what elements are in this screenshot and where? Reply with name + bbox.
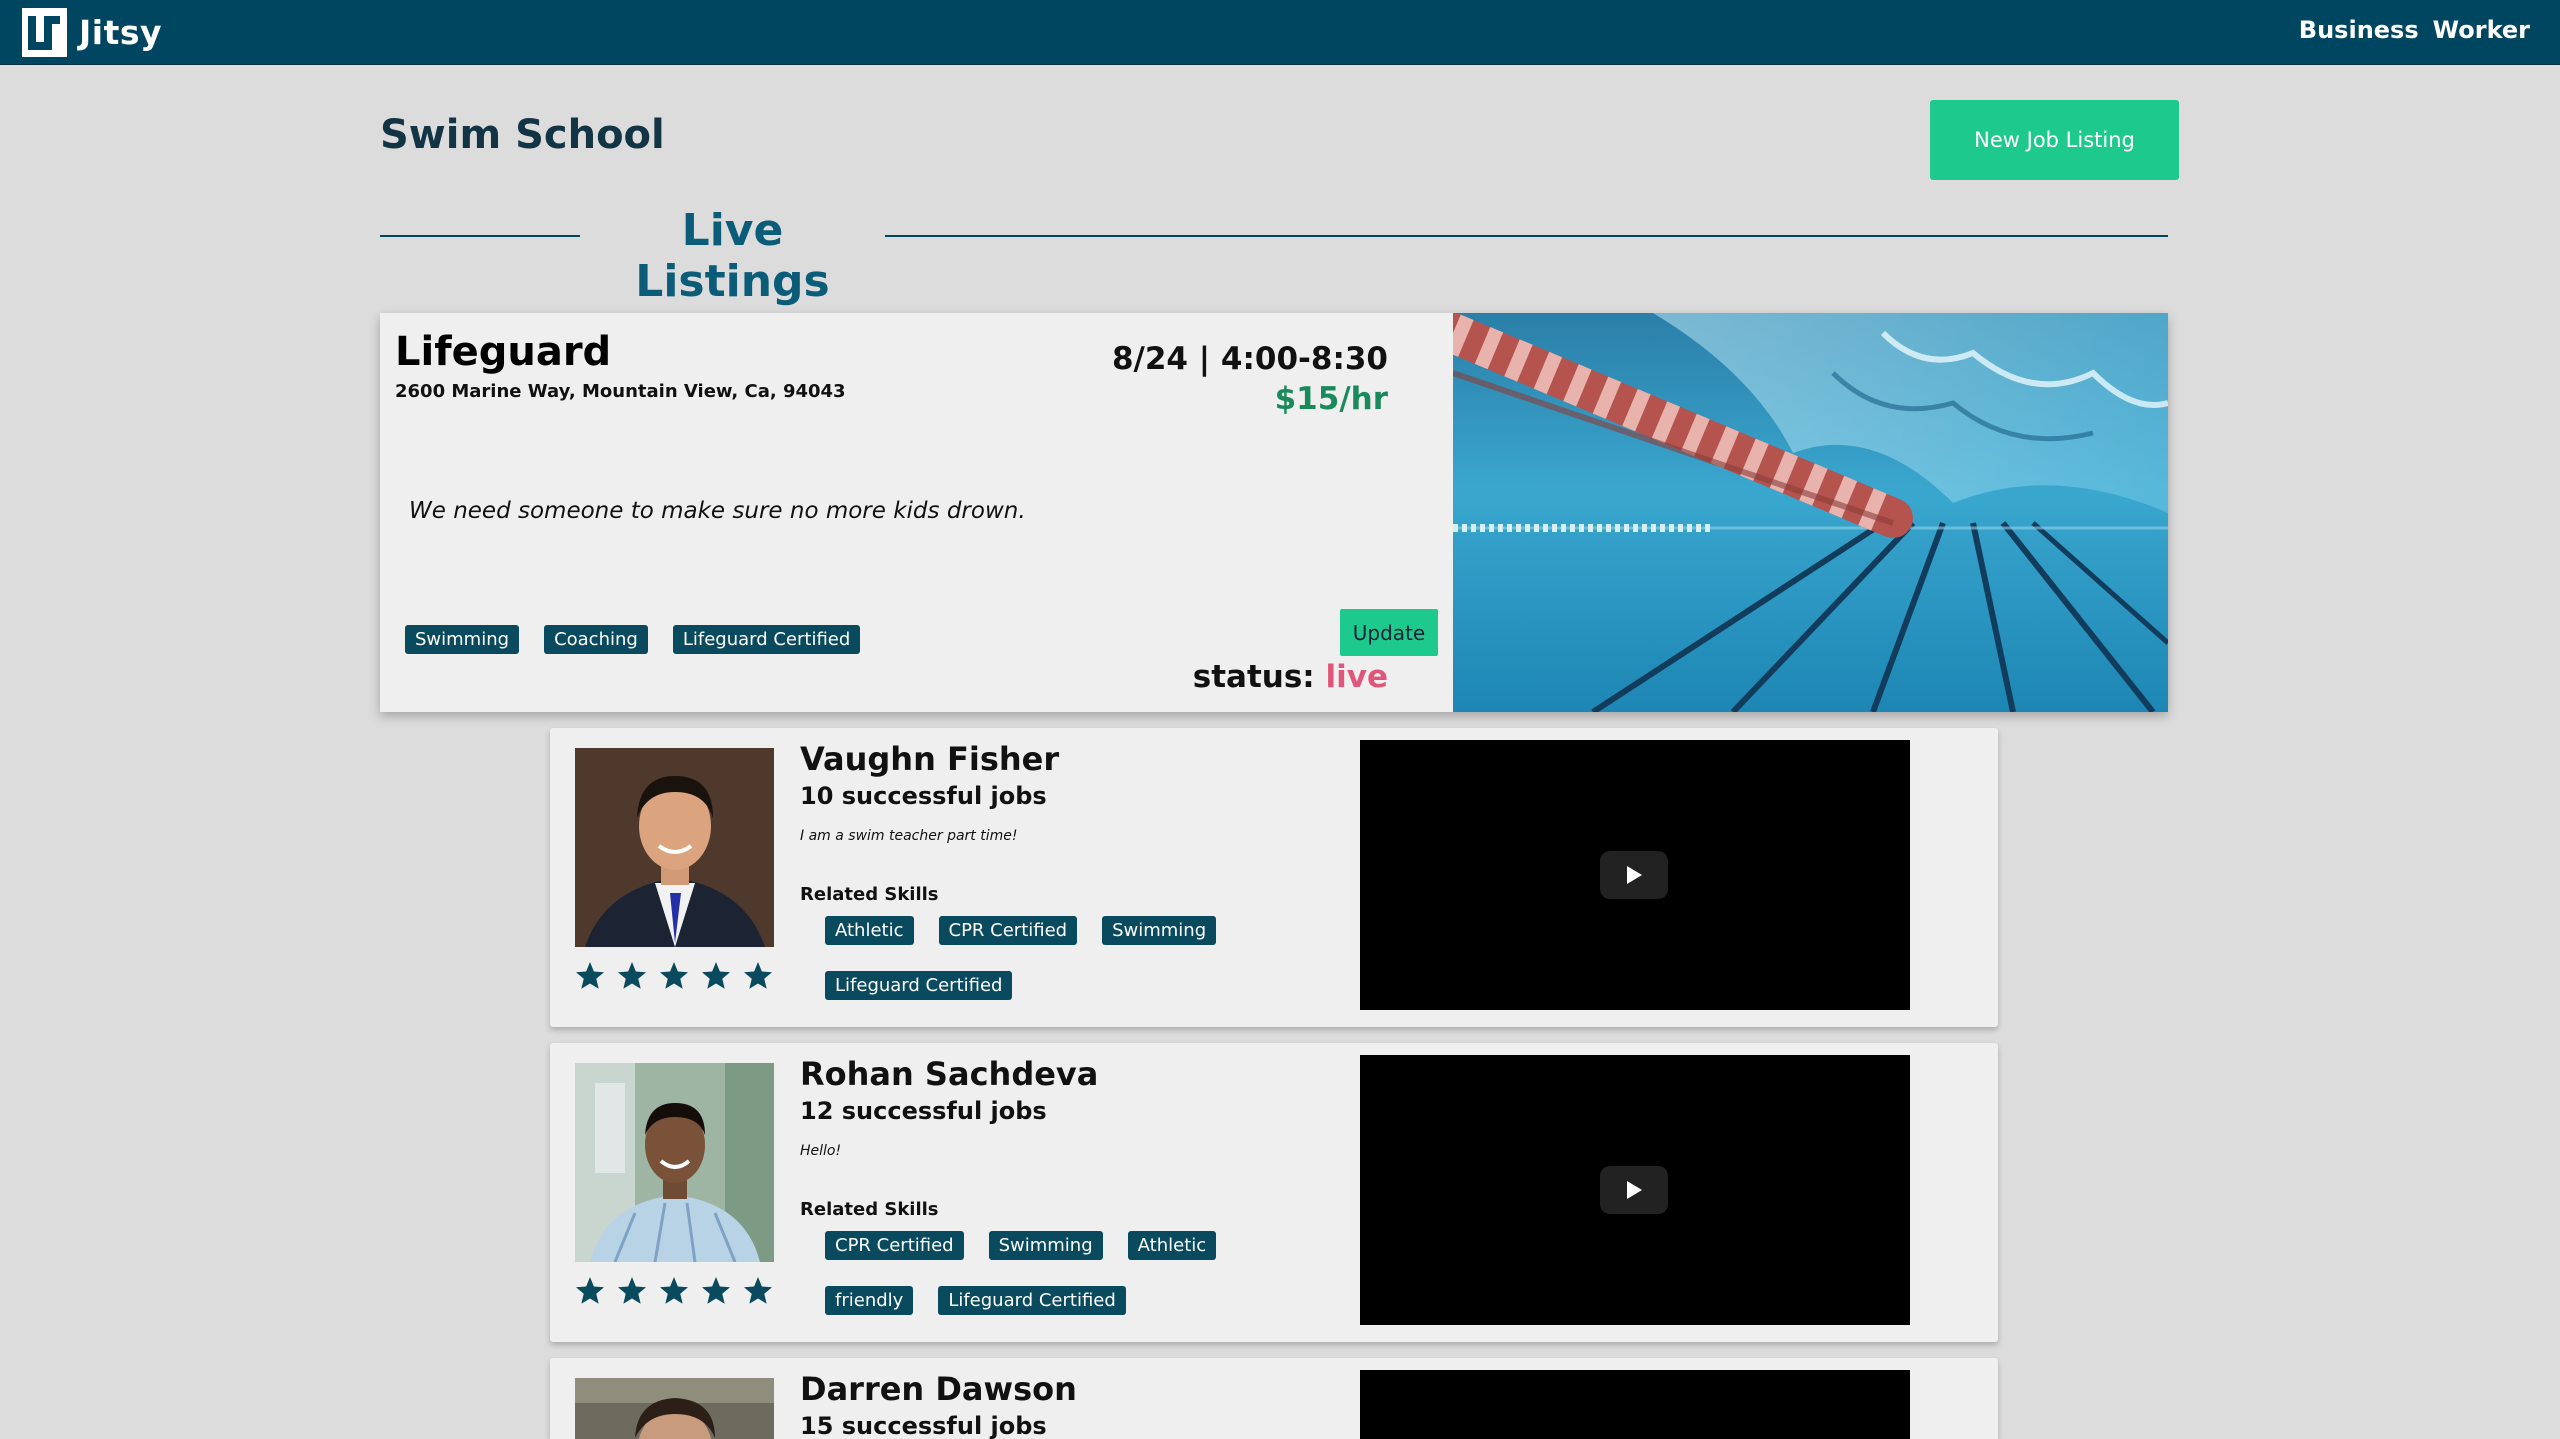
star-icon	[744, 962, 772, 989]
jitsy-logo-icon	[22, 8, 67, 57]
job-datetime: 8/24 | 4:00-8:30	[1111, 341, 1388, 377]
skill-tag: Swimming	[988, 1231, 1103, 1260]
applicant-card: Vaughn Fisher 10 successful jobs I am a …	[550, 728, 1998, 1027]
skill-tag: Swimming	[1102, 916, 1217, 945]
job-tag: Lifeguard Certified	[672, 625, 861, 654]
skill-tag: CPR Certified	[938, 916, 1078, 945]
listing-status: status: live	[1193, 659, 1388, 695]
star-icon	[660, 962, 688, 989]
nav-link-worker[interactable]: Worker	[2433, 16, 2530, 44]
star-icon	[660, 1277, 688, 1304]
brand[interactable]: Jitsy	[22, 8, 162, 57]
job-tags: Swimming Coaching Lifeguard Certified	[405, 625, 861, 654]
skills-heading: Related Skills	[800, 1199, 939, 1220]
skill-tag: friendly	[825, 1286, 914, 1315]
skills-row: Lifeguard Certified	[825, 971, 1013, 1000]
status-value: live	[1325, 659, 1388, 695]
star-icon	[618, 1277, 646, 1304]
job-description: We need someone to make sure no more kid…	[409, 498, 1026, 524]
applicant-card: Darren Dawson 15 successful jobs	[550, 1358, 1998, 1439]
nav-link-business[interactable]: Business	[2299, 16, 2419, 44]
job-pay: $15/hr	[1274, 381, 1388, 417]
applicant-video[interactable]	[1360, 1370, 1910, 1439]
skills-row: CPR Certified Swimming Athletic	[825, 1231, 1217, 1260]
job-tag: Coaching	[544, 625, 648, 654]
play-button[interactable]	[1600, 1166, 1668, 1214]
update-button[interactable]: Update	[1340, 609, 1438, 656]
star-icon	[744, 1277, 772, 1304]
status-label: status:	[1192, 659, 1315, 695]
section-divider-left	[380, 235, 580, 237]
job-tag: Swimming	[405, 625, 520, 654]
skills-row: Athletic CPR Certified Swimming	[825, 916, 1217, 945]
applicant-card: Rohan Sachdeva 12 successful jobs Hello!…	[550, 1043, 1998, 1342]
section-divider-right	[885, 235, 2168, 237]
skill-tag: CPR Certified	[825, 1231, 964, 1260]
applicant-video[interactable]	[1360, 740, 1910, 1010]
applicant-job-count: 10 successful jobs	[800, 782, 1047, 810]
applicant-job-count: 15 successful jobs	[800, 1412, 1047, 1439]
applicant-name[interactable]: Darren Dawson	[800, 1370, 1077, 1408]
applicant-bio: Hello!	[800, 1143, 842, 1159]
skills-row: friendly Lifeguard Certified	[825, 1286, 1126, 1315]
play-icon	[1627, 1181, 1642, 1199]
star-icon	[618, 962, 646, 989]
pool-lane-photo	[1453, 313, 2168, 712]
page-title: Swim School	[380, 112, 665, 158]
applicant-job-count: 12 successful jobs	[800, 1097, 1047, 1125]
applicant-avatar[interactable]	[575, 748, 774, 947]
job-address: 2600 Marine Way, Mountain View, Ca, 9404…	[395, 381, 846, 402]
applicant-name[interactable]: Vaughn Fisher	[800, 740, 1059, 778]
new-job-listing-button[interactable]: New Job Listing	[1930, 100, 2179, 180]
play-icon	[1627, 866, 1642, 884]
nav-links: Business Worker	[2299, 16, 2530, 44]
applicant-name[interactable]: Rohan Sachdeva	[800, 1055, 1098, 1093]
skill-tag: Athletic	[825, 916, 914, 945]
rating-stars	[574, 960, 774, 992]
applicant-video[interactable]	[1360, 1055, 1910, 1325]
job-listing-card: Lifeguard 2600 Marine Way, Mountain View…	[380, 313, 2168, 712]
star-icon	[576, 962, 604, 989]
job-title: Lifeguard	[395, 329, 612, 375]
star-icon	[576, 1277, 604, 1304]
play-button[interactable]	[1600, 851, 1668, 899]
skill-tag: Lifeguard Certified	[938, 1286, 1126, 1315]
star-icon	[702, 1277, 730, 1304]
skills-heading: Related Skills	[800, 884, 939, 905]
section-title: Live Listings	[635, 205, 830, 307]
skill-tag: Lifeguard Certified	[825, 971, 1013, 1000]
rating-stars	[574, 1275, 774, 1307]
applicant-bio: I am a swim teacher part time!	[800, 828, 1018, 844]
brand-name: Jitsy	[79, 13, 163, 52]
top-navbar: Jitsy Business Worker	[0, 0, 2560, 65]
applicant-avatar[interactable]	[575, 1063, 774, 1262]
skill-tag: Athletic	[1127, 1231, 1217, 1260]
star-icon	[702, 962, 730, 989]
applicant-avatar[interactable]	[575, 1378, 774, 1439]
